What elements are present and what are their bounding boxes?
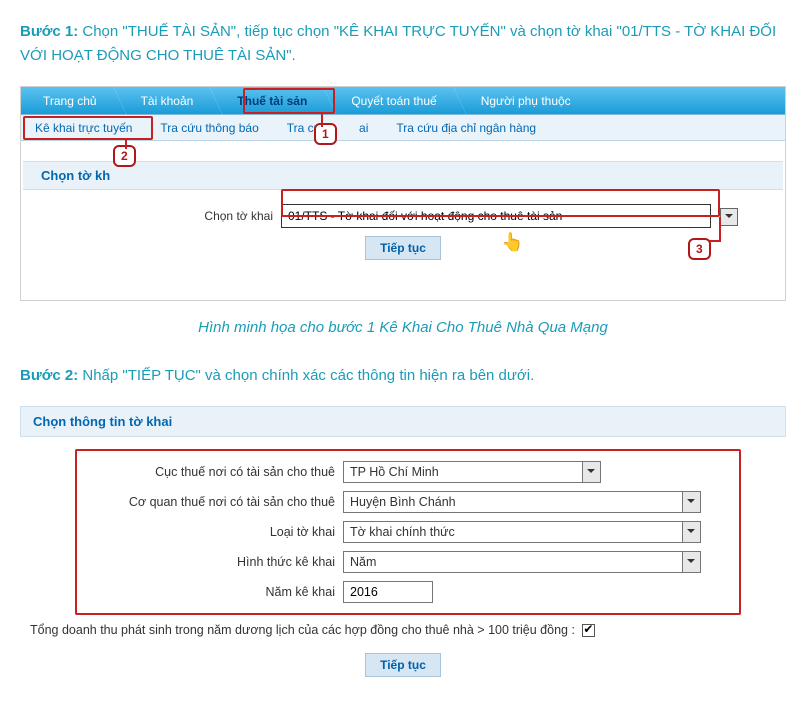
lbl-tax-dept: Cục thuế nơi có tài sản cho thuê [79,465,343,479]
dropdown-icon[interactable] [683,491,701,513]
tab-settlement[interactable]: Quyết toán thuế [329,87,458,114]
sel-tax-dept[interactable]: TP Hồ Chí Minh [343,461,601,483]
step1-instruction: Bước 1: Chọn "THUẾ TÀI SẢN", tiếp tục ch… [20,20,786,68]
tab-account[interactable]: Tài khoản [119,87,216,114]
dropdown-icon[interactable] [683,551,701,573]
lbl-form-type: Loại tờ khai [79,525,343,539]
continue-button-2[interactable]: Tiếp tục [365,653,441,677]
step2-instruction: Bước 2: Nhấp "TIẾP TỤC" và chọn chính xá… [20,364,786,388]
continue-button-1[interactable]: Tiếp tục [365,236,441,260]
annotation-box-1 [243,88,335,114]
choose-form-dropdown-icon[interactable] [720,208,738,226]
continue-row1: Tiếp tục [23,236,783,260]
step2-text: Nhấp "TIẾP TỤC" và chọn chính xác các th… [78,367,534,384]
tab-home[interactable]: Trang chủ [21,87,119,114]
panel1-title: Chọn tờ kh [23,161,783,190]
annotation-line-1 [321,113,323,127]
annotation-box-3 [281,189,720,217]
sel-tax-agency[interactable]: Huyện Bình Chánh [343,491,701,513]
choose-form-label: Chọn tờ khai [23,209,281,223]
revenue-check-row: Tổng doanh thu phát sinh trong năm dương… [20,623,786,637]
row-year: Năm kê khai [79,581,733,603]
main-tabs: Trang chủ Tài khoản Thuế tài sản Quyết t… [21,87,785,115]
revenue-check-text: Tổng doanh thu phát sinh trong năm dương… [30,623,575,637]
subtab-lookup-notice[interactable]: Tra cứu thông báo [146,115,272,140]
panel2-title: Chọn thông tin tờ khai [20,406,786,437]
annotation-line-2 [125,139,127,149]
continue-row2: Tiếp tục [20,653,786,677]
annotation-line-3 [709,217,721,242]
lbl-tax-agency: Cơ quan thuế nơi có tài sản cho thuê [79,495,343,509]
tab-dependents[interactable]: Người phụ thuộc [459,87,593,114]
row-tax-dept: Cục thuế nơi có tài sản cho thuê TP Hồ C… [79,461,733,483]
dropdown-icon[interactable] [583,461,601,483]
input-year[interactable] [343,581,433,603]
row-declare-mode: Hình thức kê khai Năm [79,551,733,573]
row-tax-agency: Cơ quan thuế nơi có tài sản cho thuê Huy… [79,491,733,513]
sel-form-type[interactable]: Tờ khai chính thức [343,521,701,543]
lbl-year: Năm kê khai [79,585,343,599]
lbl-declare-mode: Hình thức kê khai [79,555,343,569]
step1-text: Chọn "THUẾ TÀI SẢN", tiếp tục chọn "KÊ K… [20,23,776,64]
caption-step1: Hình minh họa cho bước 1 Kê Khai Cho Thu… [20,319,786,336]
cursor-icon: 👆 [501,232,523,253]
screenshot-step1: Trang chủ Tài khoản Thuế tài sản Quyết t… [20,86,786,301]
annotation-num-1: 1 [314,123,337,145]
panel1-body: Chọn tờ kh Chọn tờ khai Tiếp tục [21,161,785,300]
step2-label: Bước 2: [20,367,78,384]
val-tax-agency: Huyện Bình Chánh [343,491,683,513]
subtab-lookup-bank[interactable]: Tra cứu địa chỉ ngân hàng [382,115,550,140]
revenue-checkbox[interactable] [582,624,595,637]
annotation-box-2 [23,116,153,140]
annotation-num-3: 3 [688,238,711,260]
dropdown-icon[interactable] [683,521,701,543]
val-tax-dept: TP Hồ Chí Minh [343,461,583,483]
val-form-type: Tờ khai chính thức [343,521,683,543]
val-declare-mode: Năm [343,551,683,573]
step1-label: Bước 1: [20,23,78,40]
row-form-type: Loại tờ khai Tờ khai chính thức [79,521,733,543]
sel-declare-mode[interactable]: Năm [343,551,701,573]
form-box: Cục thuế nơi có tài sản cho thuê TP Hồ C… [75,449,741,615]
